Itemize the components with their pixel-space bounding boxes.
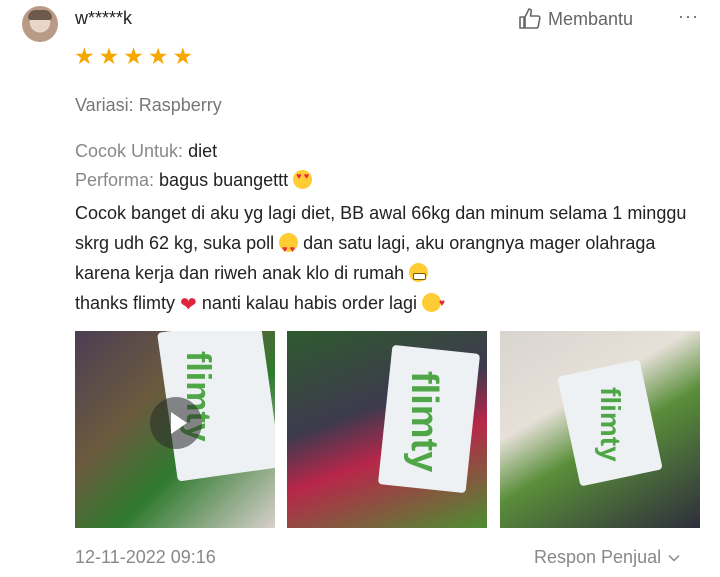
performance-value: bagus buangettt xyxy=(159,170,289,190)
play-icon[interactable] xyxy=(150,397,202,449)
review-text: Cocok banget di aku yg lagi diet, BB awa… xyxy=(75,198,715,320)
star-icon: ★ xyxy=(172,43,194,69)
smiling-hearts-emoji-icon xyxy=(421,289,445,319)
performance: Performa: bagus buangettt xyxy=(75,170,313,191)
suitable-for: Cocok Untuk: diet xyxy=(75,141,217,162)
variation-label: Variasi: xyxy=(75,95,134,115)
performance-label: Performa: xyxy=(75,170,155,190)
variation: Variasi: Raspberry xyxy=(75,95,222,116)
star-icon: ★ xyxy=(98,43,120,69)
heart-eyes-emoji-icon xyxy=(279,233,299,264)
thumbs-up-icon xyxy=(519,8,541,29)
avatar[interactable] xyxy=(22,6,58,42)
chevron-down-icon xyxy=(668,554,680,562)
variation-value: Raspberry xyxy=(138,95,222,115)
suitable-value: diet xyxy=(188,141,218,161)
review-photo-3[interactable]: flimty xyxy=(500,331,700,528)
review-text-part-4: nanti kalau habis order lagi xyxy=(201,293,417,313)
review-text-part-3: thanks flimty xyxy=(75,293,176,313)
brand-text: flimty xyxy=(403,371,445,473)
star-icon: ★ xyxy=(74,43,95,69)
reviewer-name: w*****k xyxy=(75,8,133,28)
seller-response-label: Respon Penjual xyxy=(534,547,662,567)
star-icon: ★ xyxy=(123,43,144,69)
brand-text: flimty xyxy=(595,387,626,462)
star-icon: ★ xyxy=(147,43,169,69)
red-heart-emoji-icon: ❤ xyxy=(180,294,197,316)
review-date: 12-11-2022 09:16 xyxy=(75,547,216,567)
seller-response-toggle[interactable]: Respon Penjual xyxy=(534,547,681,568)
helpful-button[interactable]: Membantu xyxy=(518,6,633,32)
rating-stars: ★ ★ ★ ★ ★ xyxy=(74,43,193,69)
grimace-emoji-icon xyxy=(409,263,429,282)
more-dots-icon[interactable]: ··· xyxy=(678,6,699,27)
suitable-label: Cocok Untuk: xyxy=(75,141,184,161)
heart-eyes-emoji-icon xyxy=(293,170,313,189)
helpful-label: Membantu xyxy=(548,8,634,29)
review-photo-2[interactable]: flimty xyxy=(287,331,487,528)
